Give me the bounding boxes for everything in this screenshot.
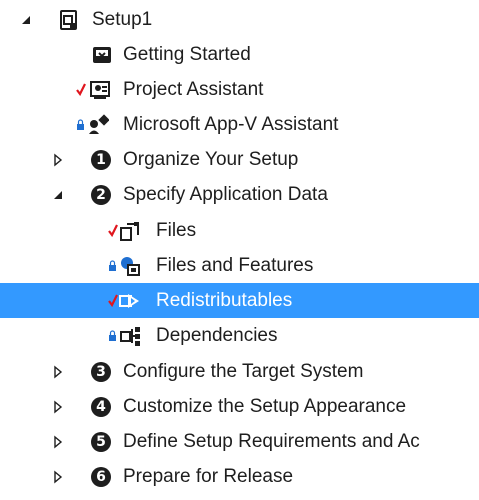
tree-node-label: Organize Your Setup xyxy=(123,149,299,170)
tree-node-label: Customize the Setup Appearance xyxy=(123,396,407,417)
tree-node-label: Setup1 xyxy=(92,9,153,30)
check-mark-icon xyxy=(76,83,86,96)
check-mark-icon xyxy=(108,224,118,237)
redistributables-icon xyxy=(119,294,139,308)
tree-node-redistributables[interactable]: Redistributables xyxy=(0,283,479,318)
lock-icon xyxy=(109,330,116,341)
project-assistant-icon xyxy=(90,81,110,99)
step-number-badge: 2 xyxy=(91,185,111,205)
project-tree: Setup1 Getting Started Project Assistant xyxy=(0,0,479,500)
tree-node-organize-your-setup[interactable]: 1 Organize Your Setup xyxy=(0,142,479,177)
expand-arrow-icon[interactable] xyxy=(51,153,65,167)
tree-node-getting-started[interactable]: Getting Started xyxy=(0,37,479,72)
getting-started-icon xyxy=(93,47,111,63)
tree-node-specify-application-data[interactable]: 2 Specify Application Data xyxy=(0,177,479,212)
tree-node-setup1[interactable]: Setup1 xyxy=(0,2,479,37)
check-mark-icon xyxy=(108,294,118,307)
tree-node-label: Project Assistant xyxy=(123,79,264,100)
tree-node-label: Microsoft App-V Assistant xyxy=(123,114,339,135)
tree-node-label: Files xyxy=(156,220,197,241)
tree-node-project-assistant[interactable]: Project Assistant xyxy=(0,72,479,107)
lock-icon xyxy=(109,260,116,271)
tree-node-define-setup-requirements[interactable]: 5 Define Setup Requirements and Ac xyxy=(0,424,479,459)
expand-arrow-icon[interactable] xyxy=(51,470,65,484)
files-features-icon xyxy=(121,257,140,276)
tree-node-prepare-for-release[interactable]: 6 Prepare for Release xyxy=(0,459,479,494)
tree-node-label: Getting Started xyxy=(123,44,251,65)
tree-node-label: Prepare for Release xyxy=(123,466,294,487)
tree-node-label: Define Setup Requirements and Ac xyxy=(123,431,420,452)
setup-project-icon xyxy=(60,10,77,30)
lock-icon xyxy=(77,119,84,130)
appv-assistant-icon xyxy=(89,114,109,134)
tree-node-dependencies[interactable]: Dependencies xyxy=(0,318,479,353)
tree-node-label: Redistributables xyxy=(156,290,293,311)
collapse-arrow-icon[interactable] xyxy=(51,188,65,202)
tree-node-label: Dependencies xyxy=(156,325,278,346)
step-number-badge: 6 xyxy=(91,467,111,487)
expand-arrow-icon[interactable] xyxy=(51,435,65,449)
tree-node-appv-assistant[interactable]: Microsoft App-V Assistant xyxy=(0,107,479,142)
expand-arrow-icon[interactable] xyxy=(51,400,65,414)
tree-node-label: Configure the Target System xyxy=(123,361,364,382)
files-icon xyxy=(120,222,139,241)
tree-node-label: Files and Features xyxy=(156,255,314,276)
step-number-badge: 1 xyxy=(91,150,111,170)
step-number-badge: 5 xyxy=(91,432,111,452)
expand-arrow-icon[interactable] xyxy=(51,365,65,379)
tree-node-label: Specify Application Data xyxy=(123,184,328,205)
dependencies-icon xyxy=(120,327,140,346)
tree-node-files[interactable]: Files xyxy=(0,213,479,248)
collapse-arrow-icon[interactable] xyxy=(19,13,33,27)
tree-node-files-and-features[interactable]: Files and Features xyxy=(0,248,479,283)
step-number-badge: 4 xyxy=(91,397,111,417)
tree-node-customize-setup-appearance[interactable]: 4 Customize the Setup Appearance xyxy=(0,389,479,424)
step-number-badge: 3 xyxy=(91,362,111,382)
tree-node-configure-target-system[interactable]: 3 Configure the Target System xyxy=(0,354,479,389)
